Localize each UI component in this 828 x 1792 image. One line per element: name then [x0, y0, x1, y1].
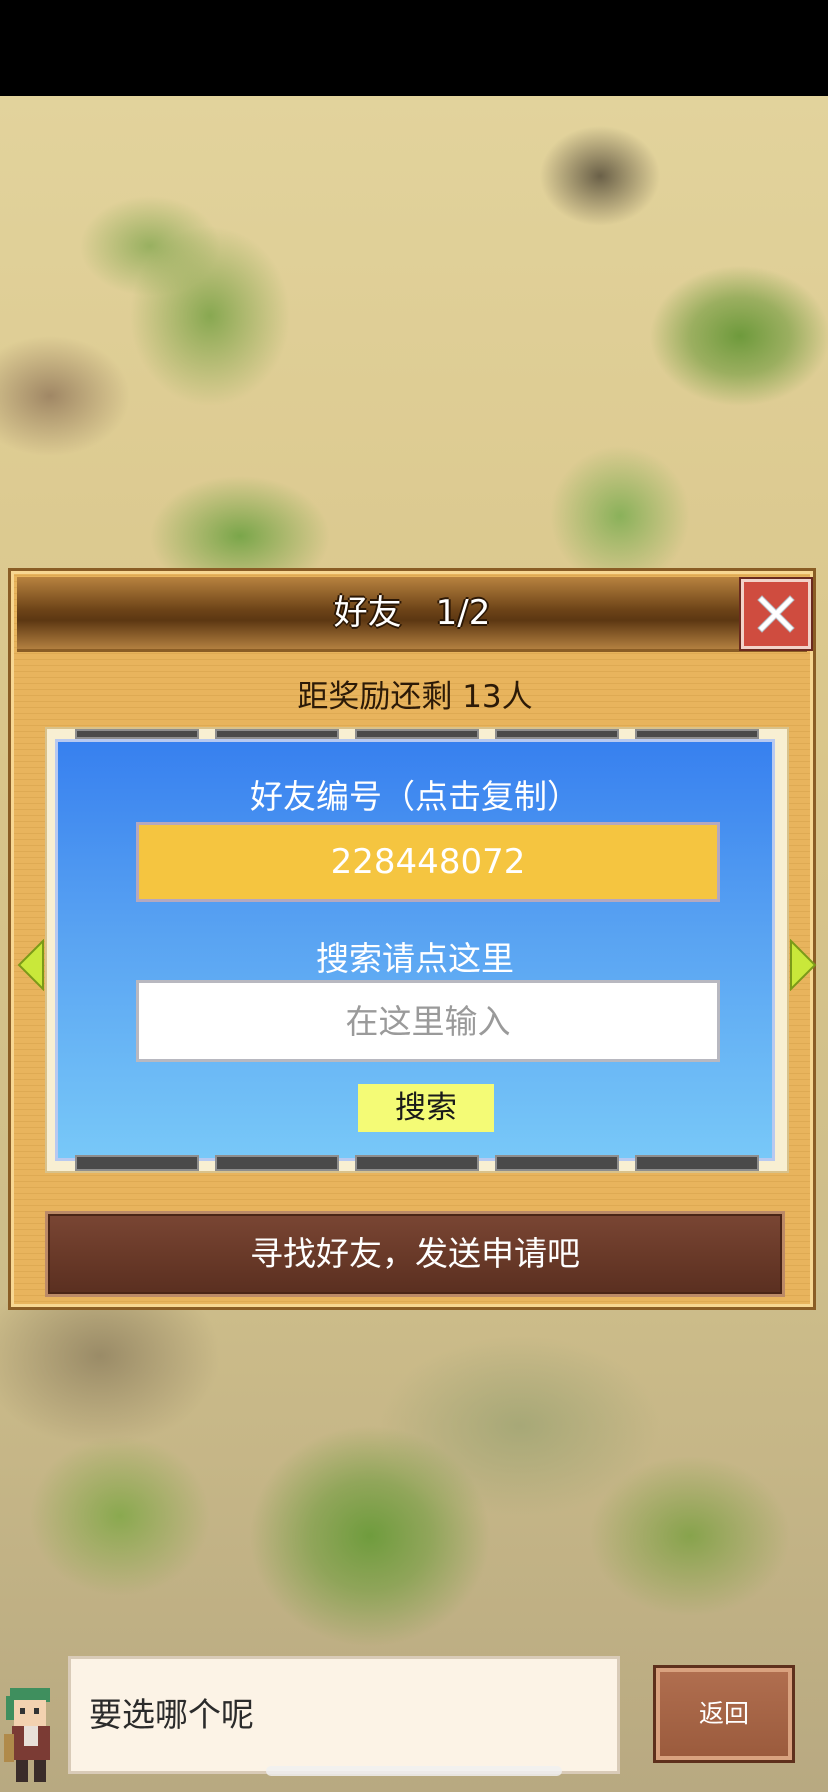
- dialog-title: 好友 1/2: [333, 593, 491, 633]
- find-friends-button[interactable]: 寻找好友，发送申请吧: [45, 1211, 785, 1297]
- speech-text: 要选哪个呢: [89, 1695, 254, 1734]
- tab-slot: [215, 729, 339, 739]
- back-button[interactable]: 返回: [656, 1668, 792, 1760]
- friends-dialog: 好友 1/2 距奖励还剩 13人 好友编号（点击复制） 228448072 搜索…: [8, 568, 817, 1310]
- arrow-right-icon[interactable]: [789, 939, 817, 991]
- friend-code-label: 好友编号（点击复制）: [250, 777, 580, 816]
- close-button[interactable]: [741, 579, 811, 649]
- tab-slot: [495, 729, 619, 739]
- top-tab-strip: [75, 729, 759, 739]
- friend-panel-frame: 好友编号（点击复制） 228448072 搜索请点这里 搜索: [45, 727, 789, 1173]
- reward-remaining-text: 距奖励还剩 13人: [297, 679, 533, 715]
- friend-search-panel: 好友编号（点击复制） 228448072 搜索请点这里 搜索: [55, 739, 775, 1161]
- character-avatar-icon: [4, 1688, 50, 1782]
- bottom-bar: 要选哪个呢 返回: [0, 1656, 828, 1792]
- speech-bubble: 要选哪个呢: [68, 1656, 620, 1774]
- tab-slot: [495, 1155, 619, 1171]
- dialog-header: 好友 1/2: [17, 577, 807, 652]
- search-label: 搜索请点这里: [316, 939, 514, 978]
- arrow-left-icon[interactable]: [17, 939, 45, 991]
- search-button[interactable]: 搜索: [358, 1084, 494, 1132]
- tab-slot: [75, 1155, 199, 1171]
- tab-slot: [75, 729, 199, 739]
- friend-code-copy-field[interactable]: 228448072: [136, 822, 720, 902]
- tab-slot: [635, 729, 759, 739]
- close-icon: [757, 595, 795, 633]
- tab-slot: [215, 1155, 339, 1171]
- bottom-tab-strip: [75, 1155, 759, 1171]
- home-indicator: [266, 1766, 562, 1776]
- status-bar: [0, 0, 828, 96]
- tab-slot: [355, 729, 479, 739]
- tab-slot: [355, 1155, 479, 1171]
- friend-search-input[interactable]: [136, 980, 720, 1062]
- tab-slot: [635, 1155, 759, 1171]
